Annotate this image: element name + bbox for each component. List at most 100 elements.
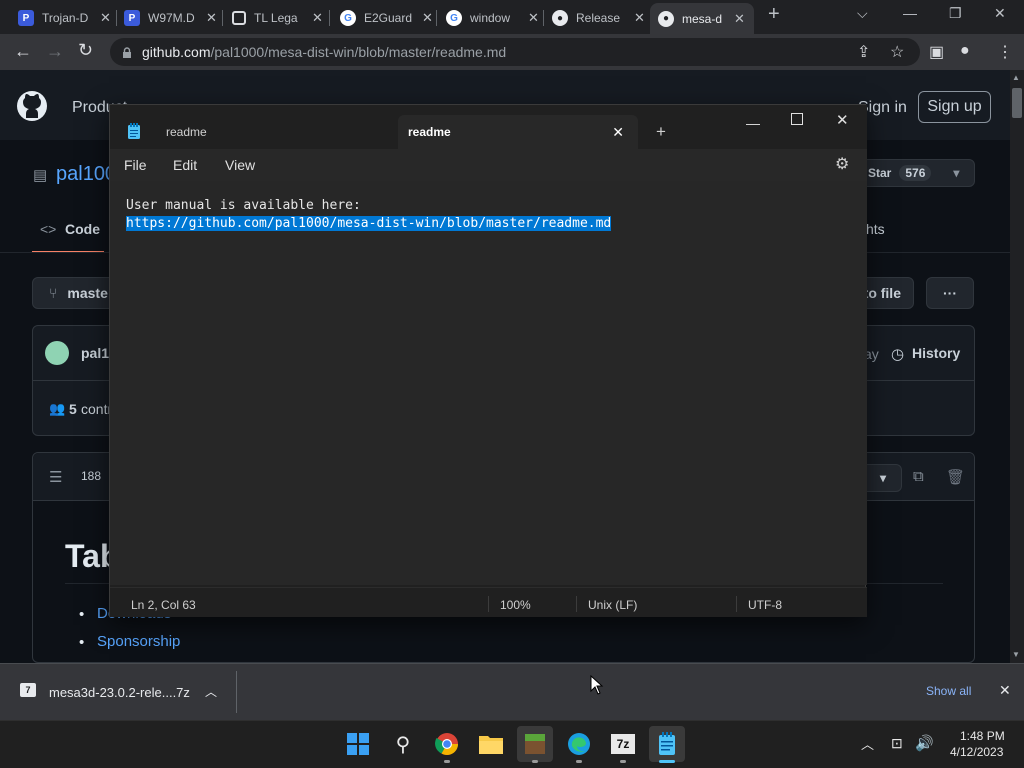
close-window-icon[interactable]: ✕ bbox=[836, 111, 849, 129]
7zip-icon[interactable]: 7z bbox=[605, 726, 641, 762]
github-icon: ● bbox=[658, 10, 674, 27]
browser-tab-title: E2Guard bbox=[364, 11, 413, 25]
contributors-link[interactable]: contr bbox=[81, 401, 112, 417]
more-options-button[interactable]: ··· bbox=[926, 277, 974, 309]
clock-date[interactable]: 4/12/2023 bbox=[950, 745, 1003, 759]
browser-tab-strip: P Trojan-D ✕ P W97M.D ✕ TL Lega ✕ G E2Gu… bbox=[0, 0, 1024, 34]
proton-icon: P bbox=[18, 10, 34, 26]
star-count: 576 bbox=[899, 165, 932, 181]
scrollbar-thumb[interactable] bbox=[1012, 88, 1022, 118]
volume-icon[interactable]: 🔊 bbox=[915, 734, 934, 752]
close-window-icon[interactable]: ✕ bbox=[994, 5, 1006, 22]
start-button[interactable] bbox=[340, 726, 376, 762]
close-tab-icon[interactable]: ✕ bbox=[422, 10, 433, 26]
browser-tab[interactable]: P Trojan-D ✕ bbox=[18, 4, 111, 32]
cursor-position: Ln 2, Col 63 bbox=[131, 598, 196, 612]
browser-tab[interactable]: TL Lega ✕ bbox=[232, 4, 323, 32]
browser-tab-active[interactable]: ● mesa-d ✕ bbox=[650, 3, 754, 34]
editor-line-1: User manual is available here: bbox=[126, 198, 361, 213]
chevron-up-icon[interactable]: ︿ bbox=[861, 734, 874, 753]
encoding: UTF-8 bbox=[748, 598, 782, 612]
notepad-tab[interactable]: readme bbox=[166, 115, 207, 149]
chevron-down-icon: ▾ bbox=[953, 166, 960, 180]
browser-tab[interactable]: ● Release ✕ bbox=[552, 4, 645, 32]
menu-view[interactable]: View bbox=[225, 157, 255, 173]
notepad-editor[interactable]: User manual is available here: https://g… bbox=[110, 181, 867, 585]
scroll-down-icon[interactable]: ▼ bbox=[1012, 650, 1020, 659]
minimize-icon[interactable]: — bbox=[746, 115, 760, 131]
side-panel-icon[interactable]: ▣ bbox=[929, 42, 944, 62]
copy-icon[interactable]: ⧉ bbox=[913, 468, 924, 485]
menu-file[interactable]: File bbox=[124, 157, 147, 173]
star-button[interactable]: Star 576 ▾ bbox=[855, 159, 975, 187]
notepad-app-icon[interactable] bbox=[649, 726, 685, 762]
chrome-app-icon[interactable] bbox=[429, 726, 465, 762]
notepad-new-tab-button[interactable]: + bbox=[656, 115, 666, 149]
star-label: Star bbox=[868, 166, 892, 180]
show-all-downloads[interactable]: Show all bbox=[926, 684, 971, 698]
bookmark-star-icon[interactable]: ☆ bbox=[890, 42, 904, 62]
notepad-tab-title: readme bbox=[166, 125, 207, 139]
sign-up-button[interactable]: Sign up bbox=[918, 91, 991, 123]
clock-time[interactable]: 1:48 PM bbox=[960, 729, 1005, 743]
share-icon[interactable]: ⇪ bbox=[857, 42, 870, 62]
maximize-icon[interactable] bbox=[791, 113, 803, 125]
back-icon[interactable]: ← bbox=[14, 41, 32, 62]
download-file-name[interactable]: mesa3d-23.0.2-rele....7z bbox=[49, 685, 190, 700]
notepad-tab-active[interactable]: readme ✕ bbox=[398, 115, 638, 149]
close-tab-icon[interactable]: ✕ bbox=[312, 10, 323, 26]
menu-edit[interactable]: Edit bbox=[173, 157, 197, 173]
file-line-count: 188 bbox=[81, 469, 102, 483]
github-logo-icon[interactable] bbox=[16, 90, 48, 122]
history-link[interactable]: History bbox=[912, 345, 960, 361]
browser-tab[interactable]: G window ✕ bbox=[446, 4, 539, 32]
bullet: • bbox=[79, 634, 85, 651]
file-explorer-icon[interactable] bbox=[473, 726, 509, 762]
chevron-up-icon[interactable]: ︿ bbox=[205, 683, 217, 700]
outline-icon[interactable]: ☰ bbox=[49, 468, 62, 486]
zoom-level: 100% bbox=[500, 598, 531, 612]
notepad-window: readme readme ✕ + — ✕ File Edit View ⚙ U… bbox=[109, 104, 867, 617]
forward-icon[interactable]: → bbox=[46, 41, 64, 62]
new-tab-button[interactable]: + bbox=[768, 3, 780, 26]
close-tab-icon[interactable]: ✕ bbox=[612, 124, 624, 141]
branch-icon: ⑂ bbox=[49, 285, 58, 301]
close-tab-icon[interactable]: ✕ bbox=[634, 10, 645, 26]
chrome-menu-icon[interactable]: ⋮ bbox=[997, 42, 1013, 62]
chevron-down-icon[interactable]: ▾ bbox=[864, 464, 902, 492]
search-icon[interactable]: ⚲ bbox=[385, 726, 421, 762]
scroll-up-icon[interactable]: ▲ bbox=[1012, 73, 1020, 82]
repo-owner-link[interactable]: pal100 bbox=[56, 163, 116, 186]
box-icon bbox=[232, 11, 246, 25]
browser-tab-title: W97M.D bbox=[148, 11, 195, 25]
network-icon[interactable]: ⊡ bbox=[891, 735, 903, 752]
address-bar[interactable]: github.com/pal1000/mesa-dist-win/blob/ma… bbox=[110, 38, 920, 66]
active-app-indicator bbox=[659, 760, 675, 763]
trash-icon[interactable]: 🗑 bbox=[946, 468, 965, 486]
tab-insights[interactable]: hts bbox=[866, 221, 885, 237]
settings-gear-icon[interactable]: ⚙ bbox=[835, 154, 849, 174]
editor-line-2-selected: https://github.com/pal1000/mesa-dist-win… bbox=[126, 216, 612, 231]
restore-icon[interactable]: ❐ bbox=[949, 5, 962, 22]
tab-code[interactable]: Code bbox=[65, 221, 100, 237]
notepad-statusbar: Ln 2, Col 63 100% Unix (LF) UTF-8 bbox=[110, 587, 867, 617]
close-tab-icon[interactable]: ✕ bbox=[206, 10, 217, 26]
close-tab-icon[interactable]: ✕ bbox=[734, 11, 745, 27]
browser-tab[interactable]: P W97M.D ✕ bbox=[124, 4, 217, 32]
profile-icon[interactable]: ● bbox=[960, 42, 970, 60]
avatar[interactable] bbox=[45, 341, 69, 365]
close-downloads-icon[interactable]: ✕ bbox=[999, 682, 1011, 699]
reload-icon[interactable]: ↻ bbox=[78, 40, 93, 61]
browser-tab[interactable]: G E2Guard ✕ bbox=[340, 4, 433, 32]
close-tab-icon[interactable]: ✕ bbox=[528, 10, 539, 26]
minecraft-icon[interactable] bbox=[517, 726, 553, 762]
minimize-icon[interactable]: — bbox=[903, 5, 917, 21]
proton-icon: P bbox=[124, 10, 140, 26]
page-scrollbar[interactable] bbox=[1010, 70, 1024, 663]
history-icon: ◷ bbox=[891, 346, 905, 363]
tab-search-icon[interactable]: ⌵ bbox=[857, 5, 868, 22]
toc-link-sponsorship[interactable]: Sponsorship bbox=[97, 633, 180, 650]
edge-icon[interactable] bbox=[561, 726, 597, 762]
browser-tab-title: Release bbox=[576, 11, 621, 25]
close-tab-icon[interactable]: ✕ bbox=[100, 10, 111, 26]
